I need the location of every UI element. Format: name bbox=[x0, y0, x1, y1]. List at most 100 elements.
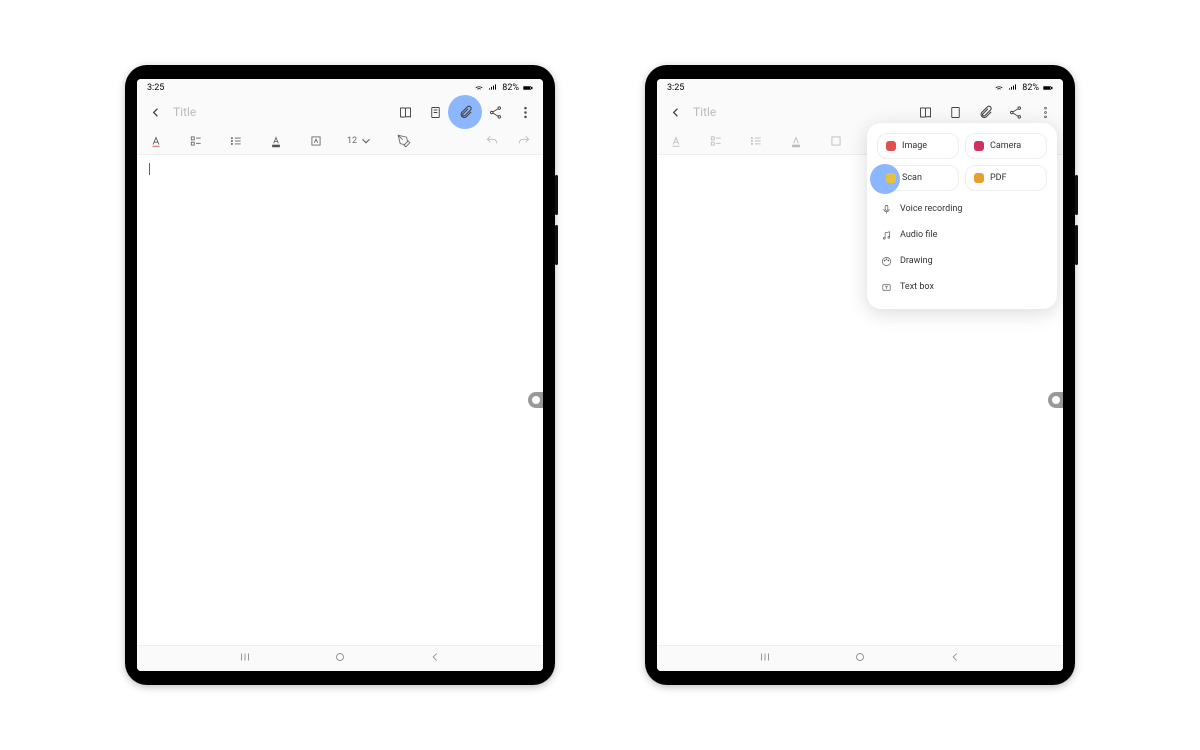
attach-button[interactable] bbox=[453, 100, 477, 124]
page-icon bbox=[428, 105, 443, 120]
text-style-icon bbox=[669, 134, 683, 148]
app-bar: Title bbox=[137, 97, 543, 127]
share-icon bbox=[1008, 105, 1023, 120]
paperclip-icon bbox=[458, 105, 473, 120]
chevron-left-icon bbox=[668, 105, 683, 120]
wifi-icon bbox=[474, 83, 484, 93]
text-style-button[interactable] bbox=[147, 132, 165, 150]
attach-camera-button[interactable]: Camera bbox=[965, 133, 1047, 159]
attach-drawing-label: Drawing bbox=[900, 256, 933, 266]
font-color-icon bbox=[269, 134, 283, 148]
page-icon bbox=[948, 105, 963, 120]
chevron-down-icon bbox=[359, 134, 373, 148]
home-button[interactable] bbox=[853, 649, 867, 668]
share-icon bbox=[488, 105, 503, 120]
edge-panel-handle[interactable] bbox=[528, 392, 543, 408]
mic-icon bbox=[881, 204, 892, 215]
undo-button[interactable] bbox=[483, 132, 501, 150]
camera-icon bbox=[974, 141, 984, 151]
reading-mode-button[interactable] bbox=[913, 100, 937, 124]
text-style-icon bbox=[149, 134, 163, 148]
pdf-icon bbox=[974, 173, 984, 183]
attach-textbox-label: Text box bbox=[900, 282, 934, 292]
font-color-button[interactable] bbox=[787, 132, 805, 150]
tablet-right: 3:25 82% Title bbox=[645, 65, 1075, 685]
edge-panel-handle[interactable] bbox=[1048, 392, 1063, 408]
volume-down-button[interactable] bbox=[555, 225, 558, 265]
format-toolbar: 12 bbox=[137, 127, 543, 155]
screen-right: 3:25 82% Title bbox=[657, 79, 1063, 671]
home-button[interactable] bbox=[333, 649, 347, 668]
note-title-input[interactable]: Title bbox=[171, 105, 389, 119]
recents-icon bbox=[758, 650, 772, 664]
battery-icon bbox=[523, 83, 533, 93]
attach-textbox-button[interactable]: Text box bbox=[877, 275, 1047, 299]
font-color-button[interactable] bbox=[267, 132, 285, 150]
page-manager-button[interactable] bbox=[943, 100, 967, 124]
music-note-icon bbox=[881, 230, 892, 241]
checklist-icon bbox=[709, 134, 723, 148]
list-icon bbox=[749, 134, 763, 148]
redo-button[interactable] bbox=[515, 132, 533, 150]
nav-back-button[interactable] bbox=[948, 649, 962, 668]
font-size-value: 12 bbox=[347, 136, 357, 146]
list-icon bbox=[229, 134, 243, 148]
font-size-button[interactable]: 12 bbox=[347, 132, 373, 150]
attach-pdf-label: PDF bbox=[990, 173, 1007, 183]
status-battery: 82% bbox=[1022, 83, 1039, 93]
recents-button[interactable] bbox=[238, 649, 252, 668]
home-icon bbox=[333, 650, 347, 664]
status-time: 3:25 bbox=[147, 83, 164, 93]
recents-icon bbox=[238, 650, 252, 664]
attach-button[interactable] bbox=[973, 100, 997, 124]
note-title-input[interactable]: Title bbox=[691, 105, 909, 119]
share-button[interactable] bbox=[483, 100, 507, 124]
book-icon bbox=[398, 105, 413, 120]
attach-scan-button[interactable]: Scan bbox=[877, 165, 959, 191]
share-button[interactable] bbox=[1003, 100, 1027, 124]
attach-voice-button[interactable]: Voice recording bbox=[877, 197, 1047, 221]
back-button[interactable] bbox=[143, 100, 167, 124]
attach-audio-button[interactable]: Audio file bbox=[877, 223, 1047, 247]
status-bar: 3:25 82% bbox=[137, 79, 543, 97]
text-style-button[interactable] bbox=[667, 132, 685, 150]
checklist-button[interactable] bbox=[187, 132, 205, 150]
text-cursor bbox=[149, 163, 150, 175]
volume-down-button[interactable] bbox=[1075, 225, 1078, 265]
more-vertical-icon bbox=[1038, 105, 1053, 120]
checklist-button[interactable] bbox=[707, 132, 725, 150]
background-color-button[interactable] bbox=[307, 132, 325, 150]
nav-back-icon bbox=[428, 650, 442, 664]
undo-icon bbox=[485, 134, 499, 148]
more-button[interactable] bbox=[513, 100, 537, 124]
scan-icon bbox=[886, 173, 896, 183]
bullet-list-button[interactable] bbox=[747, 132, 765, 150]
attach-pdf-button[interactable]: PDF bbox=[965, 165, 1047, 191]
volume-up-button[interactable] bbox=[555, 175, 558, 215]
more-button[interactable] bbox=[1033, 100, 1057, 124]
more-vertical-icon bbox=[518, 105, 533, 120]
background-color-button[interactable] bbox=[827, 132, 845, 150]
pen-mode-button[interactable] bbox=[395, 132, 413, 150]
page-manager-button[interactable] bbox=[423, 100, 447, 124]
redo-icon bbox=[517, 134, 531, 148]
nav-back-button[interactable] bbox=[428, 649, 442, 668]
attach-scan-label: Scan bbox=[902, 173, 922, 183]
note-canvas[interactable] bbox=[137, 155, 543, 645]
tablet-left: 3:25 82% Title bbox=[125, 65, 555, 685]
back-button[interactable] bbox=[663, 100, 687, 124]
nav-bar bbox=[657, 645, 1063, 671]
bullet-list-button[interactable] bbox=[227, 132, 245, 150]
volume-up-button[interactable] bbox=[1075, 175, 1078, 215]
signal-icon bbox=[1008, 83, 1018, 93]
chevron-left-icon bbox=[148, 105, 163, 120]
attach-menu: Image Camera Scan PDF bbox=[867, 123, 1057, 309]
wifi-icon bbox=[994, 83, 1004, 93]
battery-icon bbox=[1043, 83, 1053, 93]
attach-image-button[interactable]: Image bbox=[877, 133, 959, 159]
attach-drawing-button[interactable]: Drawing bbox=[877, 249, 1047, 273]
recents-button[interactable] bbox=[758, 649, 772, 668]
reading-mode-button[interactable] bbox=[393, 100, 417, 124]
home-icon bbox=[853, 650, 867, 664]
palette-icon bbox=[881, 256, 892, 267]
